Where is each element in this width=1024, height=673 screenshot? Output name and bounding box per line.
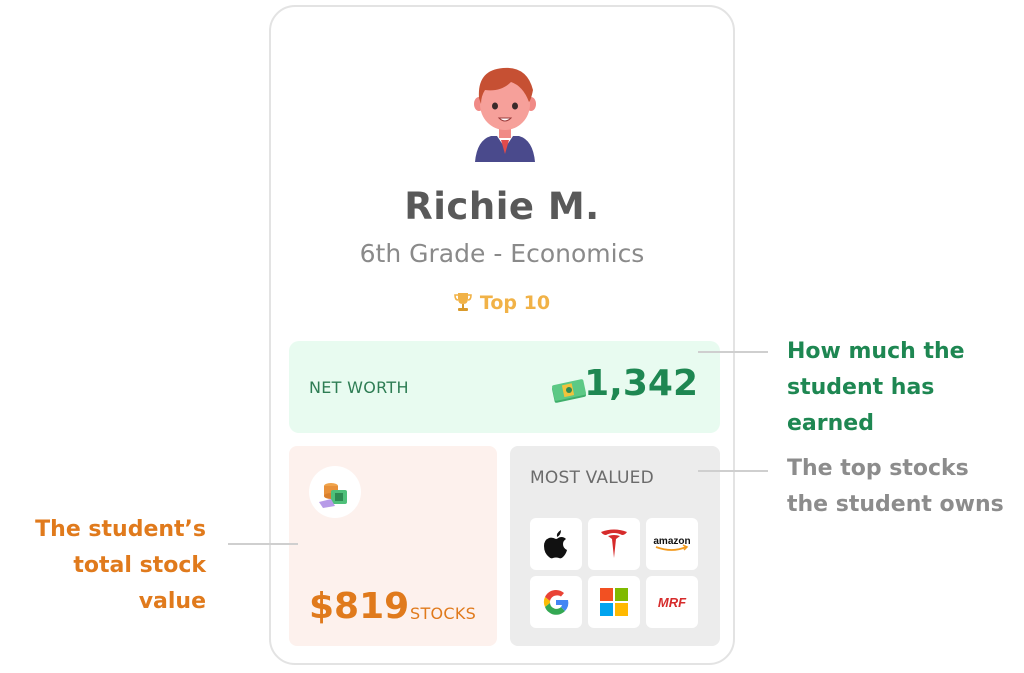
rank-badge: Top 10 [271, 292, 733, 314]
coins-and-cash-icon [319, 483, 347, 508]
stock-value-panel: $819 STOCKS [289, 446, 497, 646]
net-worth-annotation-line2: student has earned [787, 375, 935, 436]
amazon-logo[interactable]: amazon [646, 518, 698, 570]
tesla-logo-icon[interactable] [588, 518, 640, 570]
most-valued-annotation-line2: the student owns [787, 492, 1004, 517]
rank-label: Top 10 [479, 292, 551, 314]
student-grade: 6th Grade - Economics [359, 239, 645, 268]
net-worth-annotation: How much the student has earned [787, 334, 1024, 442]
student-avatar [474, 67, 536, 162]
net-worth-value: 1,342 [584, 363, 698, 404]
mrf-logo[interactable]: MRF [646, 576, 698, 628]
stock-value-label: STOCKS [410, 604, 477, 623]
stock-value-annotation: The student’s total stock value [0, 512, 206, 620]
apple-logo-icon[interactable] [530, 518, 582, 570]
most-valued-panel: MOST VALUED amazon MRF [510, 446, 720, 646]
most-valued-annotation-line1: The top stocks [787, 456, 969, 481]
net-worth-annotation-line1: How much the [787, 339, 965, 364]
stock-value-annotation-line2: total stock value [73, 553, 206, 614]
stock-value: $819 [309, 586, 410, 627]
student-name: Richie M. [404, 185, 600, 228]
stocks-icon-badge [309, 466, 361, 518]
svg-text:MRF: MRF [658, 595, 687, 610]
net-worth-connector [698, 351, 768, 353]
net-worth-label: NET WORTH [309, 378, 409, 397]
most-valued-label: MOST VALUED [530, 468, 654, 488]
most-valued-annotation: The top stocks the student owns [787, 451, 1004, 523]
trophy-icon [454, 293, 472, 311]
google-logo-icon[interactable] [530, 576, 582, 628]
most-valued-connector [698, 470, 768, 472]
microsoft-logo-icon[interactable] [588, 576, 640, 628]
net-worth-panel: NET WORTH 1,342 [289, 341, 720, 433]
stock-value-annotation-line1: The student’s [35, 517, 206, 542]
stock-value-connector [228, 543, 298, 545]
student-profile-card: Richie M. 6th Grade - Economics Top 10 N… [269, 5, 735, 665]
cash-stack-icon [552, 379, 586, 403]
